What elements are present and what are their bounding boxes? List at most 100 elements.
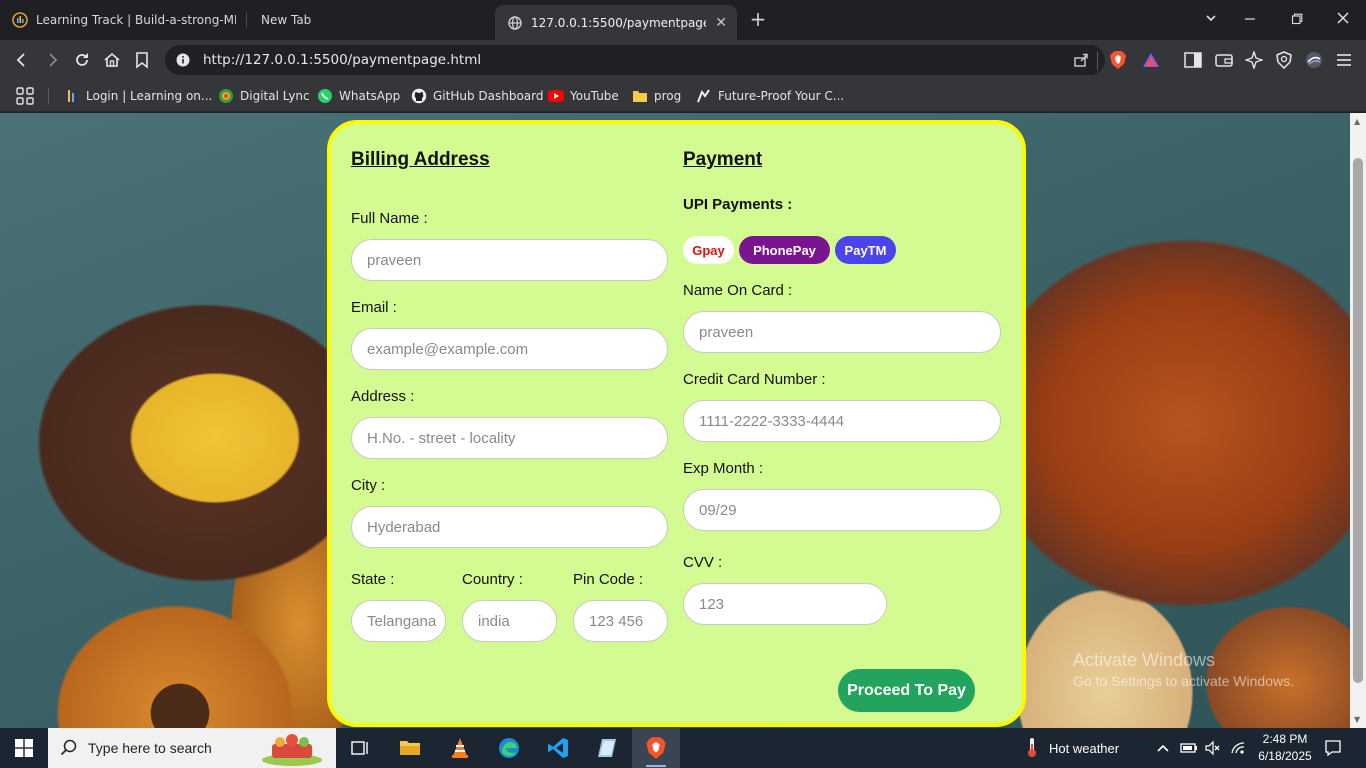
- reload-icon[interactable]: [70, 48, 94, 72]
- scrollbar-thumb[interactable]: [1353, 158, 1363, 683]
- bookmark-login-learning[interactable]: Login | Learning on...: [64, 86, 212, 106]
- forward-arrow-icon[interactable]: [40, 48, 64, 72]
- share-icon[interactable]: [1073, 52, 1089, 72]
- leo-ai-icon[interactable]: [1242, 48, 1266, 72]
- exp-month-input[interactable]: [683, 489, 1001, 531]
- weather-widget[interactable]: Hot weather: [1025, 728, 1119, 768]
- restore-icon[interactable]: [1285, 8, 1309, 32]
- learning-logo-icon: [64, 88, 80, 104]
- wallet-icon[interactable]: [1212, 48, 1236, 72]
- exp-month-label: Exp Month :: [683, 460, 764, 477]
- watermark-line-1: Activate Windows: [1073, 650, 1216, 670]
- email-input[interactable]: [351, 328, 668, 370]
- site-icon: [696, 88, 712, 104]
- search-placeholder: Type here to search: [88, 740, 212, 756]
- wifi-icon[interactable]: [1230, 728, 1246, 768]
- address-bar[interactable]: http://127.0.0.1:5500/paymentpage.html: [165, 45, 1105, 75]
- folder-icon: [632, 88, 648, 104]
- state-input[interactable]: [351, 600, 446, 642]
- full-name-label: Full Name :: [351, 210, 428, 227]
- windows-start-icon[interactable]: [0, 728, 48, 768]
- billing-address-title: Billing Address: [351, 149, 490, 170]
- toolbar-separator: [1097, 52, 1098, 70]
- pin-code-label: Pin Code :: [573, 571, 644, 588]
- weather-text: Hot weather: [1049, 740, 1120, 756]
- scroll-down-arrow-icon[interactable]: ▼: [1354, 715, 1360, 724]
- menu-hamburger-icon[interactable]: [1332, 48, 1356, 72]
- email-label: Email :: [351, 299, 397, 316]
- youtube-icon: [548, 88, 564, 104]
- city-input[interactable]: [351, 506, 668, 548]
- proceed-to-pay-button[interactable]: Proceed To Pay: [838, 669, 975, 712]
- back-arrow-icon[interactable]: [10, 48, 34, 72]
- country-input[interactable]: [462, 600, 557, 642]
- sidebar-toggle-icon[interactable]: [1181, 48, 1205, 72]
- bookmark-digital-lync[interactable]: Digital Lync: [218, 86, 310, 106]
- bookmark-github[interactable]: GitHub Dashboard: [411, 86, 544, 106]
- close-icon[interactable]: ✕: [715, 15, 727, 31]
- show-hidden-icons-chevron-icon[interactable]: [1156, 728, 1170, 768]
- bookmark-label: Digital Lync: [240, 89, 310, 103]
- apps-grid-icon[interactable]: [16, 86, 34, 106]
- system-clock[interactable]: 2:48 PM 6/18/2025: [1250, 731, 1320, 765]
- address-label: Address :: [351, 388, 415, 405]
- paytm-button[interactable]: PayTM: [835, 236, 896, 264]
- close-window-icon[interactable]: [1331, 8, 1355, 32]
- page-scrollbar[interactable]: ▲ ▼: [1350, 113, 1366, 728]
- activate-windows-watermark: Activate Windows Go to Settings to activ…: [1073, 650, 1294, 689]
- bookmark-whatsapp[interactable]: WhatsApp: [317, 86, 400, 106]
- profile-avatar-icon[interactable]: [1302, 48, 1326, 72]
- globe-icon: [507, 15, 523, 31]
- bookmark-label: prog: [654, 89, 682, 103]
- payment-title: Payment: [683, 149, 763, 170]
- site-info-icon[interactable]: [175, 52, 191, 68]
- url-text[interactable]: http://127.0.0.1:5500/paymentpage.html: [203, 52, 481, 68]
- vscode-icon[interactable]: [534, 728, 582, 768]
- new-tab-button[interactable]: +: [748, 8, 768, 32]
- name-on-card-input[interactable]: [683, 311, 1001, 353]
- bookmark-icon[interactable]: [130, 48, 154, 72]
- edge-icon[interactable]: [485, 728, 533, 768]
- card-number-label: Credit Card Number :: [683, 371, 826, 388]
- tab-title: 127.0.0.1:5500/paymentpage.htm: [531, 15, 706, 30]
- full-name-input[interactable]: [351, 239, 668, 281]
- bookmark-folder-prog[interactable]: prog: [632, 86, 681, 106]
- home-icon[interactable]: [100, 48, 124, 72]
- notifications-icon[interactable]: [1324, 728, 1342, 768]
- notepad-app-icon[interactable]: [583, 728, 631, 768]
- brave-shields-icon[interactable]: [1106, 48, 1130, 72]
- pin-code-input[interactable]: [573, 600, 668, 642]
- address-input[interactable]: [351, 417, 668, 459]
- phonepay-button[interactable]: PhonePay: [739, 236, 830, 264]
- bookmark-label: GitHub Dashboard: [433, 89, 544, 103]
- tab-payment-page[interactable]: 127.0.0.1:5500/paymentpage.htm ✕: [495, 5, 737, 40]
- task-view-icon[interactable]: [336, 728, 384, 768]
- file-explorer-icon[interactable]: [386, 728, 434, 768]
- clock-date: 6/18/2025: [1258, 749, 1312, 763]
- brave-browser-icon[interactable]: [632, 728, 680, 768]
- state-label: State :: [351, 571, 395, 588]
- vlc-icon[interactable]: [436, 728, 484, 768]
- volume-muted-icon[interactable]: [1205, 728, 1221, 768]
- minimize-icon[interactable]: [1238, 8, 1262, 32]
- cvv-input[interactable]: [683, 583, 887, 625]
- upi-payments-title: UPI Payments :: [683, 196, 793, 213]
- taskbar-search-box[interactable]: Type here to search: [48, 728, 336, 768]
- tab-separator: [246, 12, 247, 28]
- search-icon: [60, 739, 78, 757]
- battery-icon[interactable]: [1180, 728, 1198, 768]
- tab-search-chevron-icon[interactable]: [1199, 8, 1223, 32]
- browser-toolbar: http://127.0.0.1:5500/paymentpage.html: [0, 40, 1366, 80]
- tab-learning-track[interactable]: Learning Track | Build-a-strong-MERN: [0, 5, 236, 35]
- windows-taskbar: Type here to search Hot weather 2:48 PM …: [0, 728, 1366, 768]
- bookmark-youtube[interactable]: YouTube: [548, 86, 619, 106]
- bookmark-label: WhatsApp: [339, 89, 401, 103]
- scroll-up-arrow-icon[interactable]: ▲: [1354, 117, 1360, 126]
- bookmarks-separator: [48, 88, 49, 104]
- bookmark-future-proof[interactable]: Future-Proof Your C...: [696, 86, 844, 106]
- vpn-shield-icon[interactable]: [1272, 48, 1296, 72]
- gpay-button[interactable]: Gpay: [683, 236, 734, 264]
- card-number-input[interactable]: [683, 400, 1001, 442]
- brave-rewards-icon[interactable]: [1139, 48, 1163, 72]
- tab-new-tab[interactable]: New Tab: [249, 5, 479, 35]
